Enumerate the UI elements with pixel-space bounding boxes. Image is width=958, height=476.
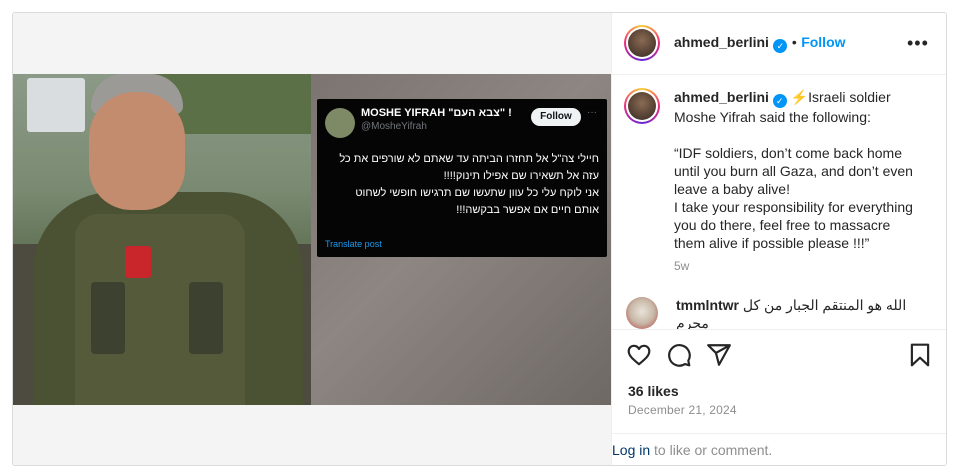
tweet-author-name: MOSHE YIFRAH "צבא העם" !: [361, 107, 512, 119]
header-username[interactable]: ahmed_berlini: [674, 34, 769, 50]
more-options-icon[interactable]: •••: [907, 33, 929, 54]
soldier-photo: [13, 74, 313, 405]
caption-lead: ⚡Israeli soldier: [790, 89, 891, 105]
verified-badge-icon: ✓: [772, 94, 787, 108]
login-footer: Log in to like or comment.: [612, 433, 946, 465]
profile-avatar[interactable]: [624, 25, 660, 61]
tweet-handle: @MosheYifrah: [361, 121, 427, 132]
caption-quote-line: until you burn all Gaza, and don’t even: [674, 163, 913, 179]
post-media[interactable]: MOSHE YIFRAH "צבא העם" ! @MosheYifrah Fo…: [13, 13, 611, 465]
caption-quote-line: leave a baby alive!: [674, 181, 790, 197]
caption-timestamp[interactable]: 5w: [674, 259, 689, 273]
soldier-face: [89, 92, 185, 210]
header-account: ahmed_berlini ✓ • Follow: [674, 34, 846, 53]
tweet-text: חיילי צה"ל אל תחזרו הביתה עד שאתם לא שור…: [325, 151, 599, 219]
caption-quote-line: I take your responsibility for everythin…: [674, 199, 913, 215]
tweet-text-line: עזה אל תשאירו שם אפילו תינוק!!!!: [443, 170, 599, 182]
caption-username[interactable]: ahmed_berlini: [674, 89, 769, 105]
separator-dot: •: [791, 34, 797, 50]
post-sidebar: ahmed_berlini ✓ • Follow ••• ahmed_berli…: [611, 13, 946, 465]
commenter-avatar[interactable]: [626, 297, 658, 329]
follow-button[interactable]: Follow: [801, 34, 845, 50]
bookmark-icon[interactable]: [907, 342, 933, 368]
login-link[interactable]: Log in: [612, 442, 650, 458]
magazine-pouch: [91, 282, 125, 354]
comment-text: tmmlntwr الله هو المنتقم الجبار من كل مج…: [676, 296, 936, 329]
post-date: December 21, 2024: [628, 403, 737, 417]
caption-avatar[interactable]: [624, 88, 660, 124]
likes-count[interactable]: 36 likes: [628, 383, 679, 399]
caption-quote-line: “IDF soldiers, don’t come back home: [674, 145, 902, 161]
verified-badge-icon: ✓: [773, 39, 788, 53]
post-caption: ahmed_berlini ✓ ⚡Israeli soldier Moshe Y…: [674, 88, 936, 252]
login-prompt-text: to like or comment.: [650, 442, 773, 458]
comment-icon[interactable]: [666, 342, 692, 368]
heart-icon[interactable]: [626, 342, 652, 368]
caption-quote-line: them alive if possible please !!!”: [674, 235, 870, 251]
magazine-pouch: [189, 282, 223, 354]
tweet-follow-button: Follow: [531, 108, 581, 126]
caption-line: Moshe Yifrah said the following:: [674, 109, 871, 125]
share-icon[interactable]: [706, 342, 732, 368]
post-header: ahmed_berlini ✓ • Follow •••: [612, 13, 946, 75]
instagram-embed: MOSHE YIFRAH "צבא העם" ! @MosheYifrah Fo…: [12, 12, 947, 466]
tweet-more-icon: ···: [587, 107, 597, 118]
tweet-avatar: [325, 108, 355, 138]
tweet-text-line: אותם חיים אם אפשר בבקשה!!!: [456, 204, 599, 216]
commenter-username[interactable]: tmmlntwr: [676, 297, 739, 313]
tweet-text-line: אני לוקח עלי כל עוון שתעשו שם תרגישו חופ…: [355, 187, 599, 199]
caption-quote-line: you do there, feel free to massacre: [674, 217, 891, 233]
background-truck: [27, 78, 85, 132]
action-bar: [612, 329, 946, 382]
tweet-translate-link: Translate post: [325, 239, 382, 249]
tweet-text-line: חיילי צה"ל אל תחזרו הביתה עד שאתם לא שור…: [339, 153, 599, 165]
tweet-screenshot: MOSHE YIFRAH "צבא העם" ! @MosheYifrah Fo…: [317, 99, 607, 257]
comment-item: tmmlntwr الله هو المنتقم الجبار من كل مج…: [626, 295, 936, 329]
red-patch: [125, 246, 151, 278]
